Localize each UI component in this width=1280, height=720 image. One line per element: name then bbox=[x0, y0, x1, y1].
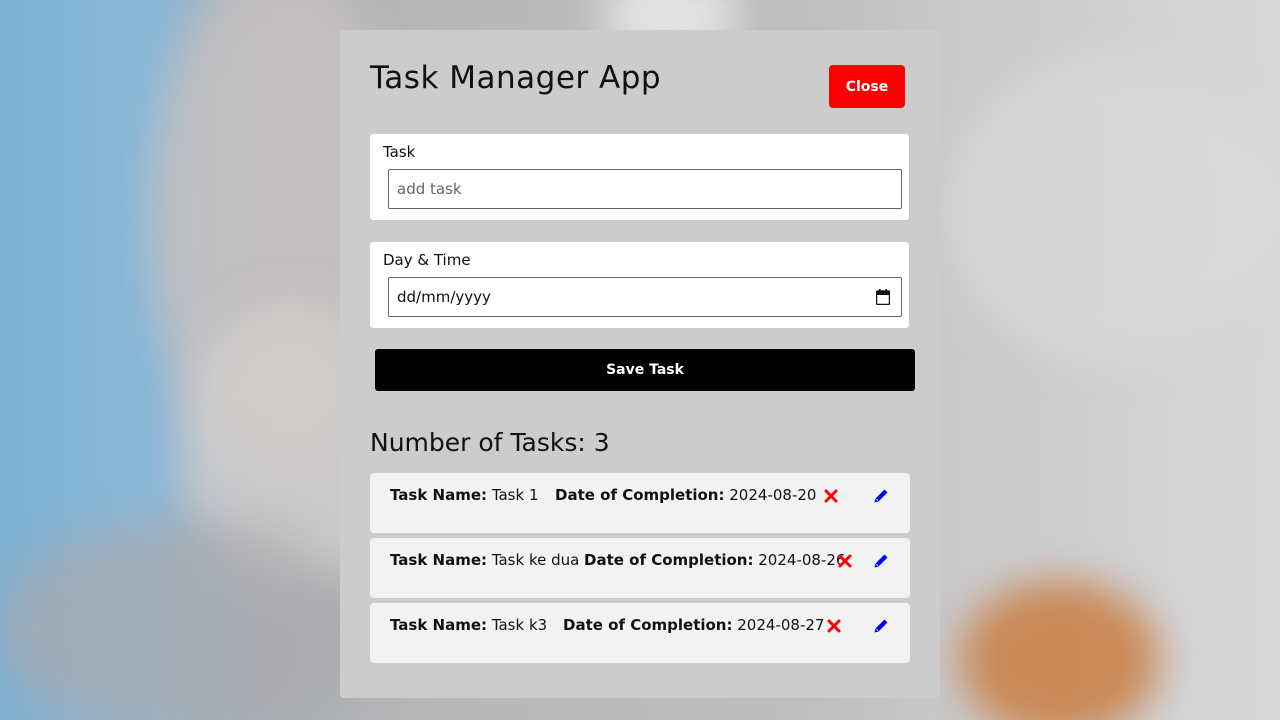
task-list-item: Task Name: Task ke dua Date of Completio… bbox=[370, 538, 910, 598]
save-task-button[interactable]: Save Task bbox=[375, 349, 915, 391]
task-date-value: 2024-08-20 bbox=[729, 486, 817, 504]
task-date-value: 2024-08-27 bbox=[737, 616, 825, 634]
task-date-label: Date of Completion: bbox=[563, 616, 733, 634]
task-name-value: Task 1 bbox=[491, 486, 539, 504]
close-button[interactable]: Close bbox=[829, 65, 905, 108]
task-name: Task Name: Task 1 bbox=[390, 486, 539, 504]
app-title: Task Manager App bbox=[370, 60, 662, 96]
task-name-label: Task Name: bbox=[390, 486, 488, 504]
calendar-icon[interactable] bbox=[876, 289, 890, 305]
task-input-placeholder: add task bbox=[397, 180, 462, 198]
delete-task-icon[interactable] bbox=[825, 617, 843, 635]
task-count-heading: Number of Tasks: 3 bbox=[370, 428, 610, 457]
delete-task-icon[interactable] bbox=[836, 552, 854, 570]
edit-task-icon[interactable] bbox=[872, 487, 890, 505]
task-field-group: Task add task bbox=[370, 134, 909, 220]
task-manager-panel: Task Manager App Close Task add task Day… bbox=[340, 30, 940, 698]
task-name-label: Task Name: bbox=[390, 616, 488, 634]
edit-task-icon[interactable] bbox=[872, 617, 890, 635]
task-list-item: Task Name: Task 1 Date of Completion: 20… bbox=[370, 473, 910, 533]
datetime-field-group: Day & Time dd/mm/yyyy bbox=[370, 242, 909, 328]
task-date: Date of Completion: 2024-08-27 bbox=[563, 616, 824, 634]
task-date: Date of Completion: 2024-08-26 bbox=[584, 551, 845, 569]
task-name: Task Name: Task ke dua bbox=[390, 551, 579, 569]
task-input[interactable]: add task bbox=[388, 169, 902, 209]
datetime-label: Day & Time bbox=[383, 251, 471, 269]
delete-task-icon[interactable] bbox=[822, 487, 840, 505]
task-name-value: Task k3 bbox=[491, 616, 548, 634]
edit-task-icon[interactable] bbox=[872, 552, 890, 570]
task-name-value: Task ke dua bbox=[491, 551, 580, 569]
task-date: Date of Completion: 2024-08-20 bbox=[555, 486, 816, 504]
task-list-item: Task Name: Task k3 Date of Completion: 2… bbox=[370, 603, 910, 663]
task-label: Task bbox=[383, 143, 416, 161]
date-input-value: dd/mm/yyyy bbox=[397, 288, 491, 306]
task-date-label: Date of Completion: bbox=[584, 551, 754, 569]
task-name: Task Name: Task k3 bbox=[390, 616, 547, 634]
task-date-value: 2024-08-26 bbox=[758, 551, 846, 569]
task-date-label: Date of Completion: bbox=[555, 486, 725, 504]
date-input[interactable]: dd/mm/yyyy bbox=[388, 277, 902, 317]
task-name-label: Task Name: bbox=[390, 551, 488, 569]
